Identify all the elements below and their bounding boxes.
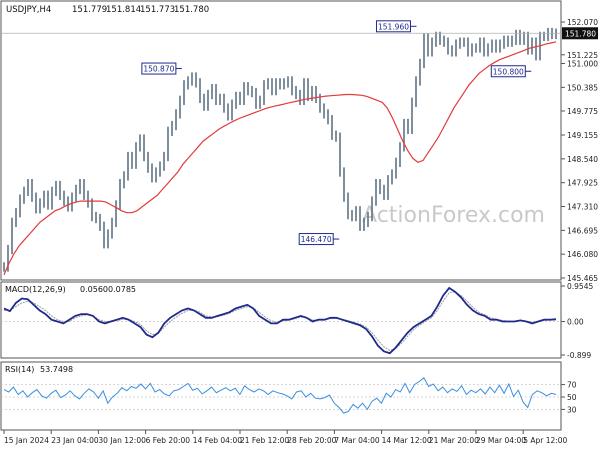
swing-label: 150.870 (143, 65, 174, 74)
price-y-tick-label: 149.775 (567, 107, 598, 116)
x-tick-label: 28 Feb 20:00 (287, 436, 336, 445)
rsi-y-tick-label: 50 (567, 393, 577, 402)
price-y-tick-label: 150.385 (567, 83, 598, 92)
price-y-tick-label: 147.925 (567, 179, 598, 188)
x-tick-label: 5 Apr 12:00 (523, 436, 567, 445)
x-tick-label: 14 Mar 12:00 (382, 436, 432, 445)
price-y-tick-label: 146.080 (567, 250, 598, 259)
macd-y-tick-label: 0.00 (567, 318, 584, 327)
x-tick-label: 29 Mar 04:00 (476, 436, 526, 445)
swing-label: 146.470 (301, 235, 332, 244)
swing-label: 150.800 (493, 67, 524, 76)
chart-canvas: USDJPY,H4 151.779 151.814 151.773 151.78… (0, 0, 600, 450)
price-y-tick-label: 149.155 (567, 131, 598, 140)
price-header-high: 151.814 (106, 5, 141, 15)
macd-header-name: MACD(12,26,9) (5, 285, 66, 294)
rsi-y-tick-label: 70 (567, 381, 577, 390)
macd-header-main: 0.0560 (80, 285, 108, 294)
swing-label: 151.960 (378, 22, 409, 31)
price-y-tick-label: 151.000 (567, 60, 598, 69)
x-tick-label: 21 Feb 12:00 (240, 436, 289, 445)
x-tick-label: 21 Mar 20:00 (429, 436, 479, 445)
price-y-tick-label: 146.695 (567, 226, 598, 235)
rsi-header-name: RSI(14) (5, 365, 34, 374)
x-tick-label: 23 Jan 04:00 (51, 436, 99, 445)
current-price-tag: 151.780 (565, 29, 596, 38)
price-header-symbol: USDJPY,H4 (6, 5, 51, 15)
price-y-tick-label: 152.070 (567, 18, 598, 27)
x-tick-label: 30 Jan 12:00 (98, 436, 146, 445)
x-tick-label: 14 Feb 04:00 (193, 436, 242, 445)
price-y-tick-label: 147.310 (567, 203, 598, 212)
macd-y-tick-label: 0.9545 (567, 282, 593, 291)
x-tick-label: 7 Mar 04:00 (334, 436, 380, 445)
macd-header-signal: 0.0785 (108, 285, 136, 294)
chart-root: USDJPY,H4 151.779 151.814 151.773 151.78… (0, 0, 600, 450)
x-tick-label: 15 Jan 2024 (4, 436, 49, 445)
rsi-y-tick-label: 30 (567, 405, 577, 414)
x-tick-label: 6 Feb 20:00 (146, 436, 191, 445)
price-header-close: 151.780 (174, 5, 209, 15)
macd-y-tick-label: -0.899 (567, 351, 591, 360)
price-y-tick-label: 151.225 (567, 51, 598, 60)
price-y-tick-label: 148.540 (567, 155, 598, 164)
watermark: ActionForex.com (362, 203, 545, 228)
rsi-header-value: 53.7498 (40, 365, 73, 374)
price-header-low: 151.773 (140, 5, 175, 15)
price-header-open: 151.779 (72, 5, 107, 15)
